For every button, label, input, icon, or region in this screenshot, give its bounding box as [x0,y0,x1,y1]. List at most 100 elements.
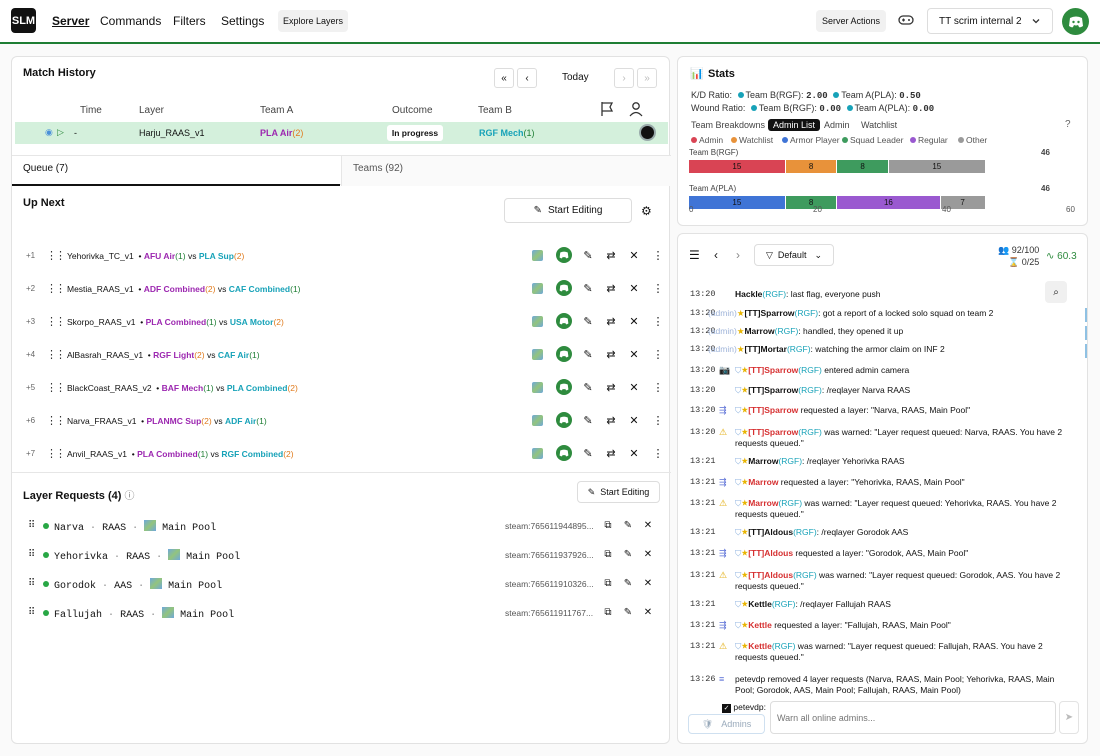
eye-icon[interactable]: ◉ [45,127,53,138]
server-actions-button[interactable]: Server Actions [816,10,886,32]
subtab-team-breakdowns[interactable]: Team Breakdowns [691,120,765,130]
pencil-icon[interactable]: ✎ [621,576,635,590]
last-page-button[interactable]: » [637,68,657,88]
close-icon[interactable]: ✕ [626,313,642,329]
nav-commands[interactable]: Commands [100,14,161,28]
more-icon[interactable]: ⋮ [650,247,666,263]
more-icon[interactable]: ⋮ [650,445,666,461]
drag-handle-icon[interactable]: ⋮⋮ [46,414,66,427]
close-icon[interactable]: ✕ [641,605,655,619]
subtab-admin[interactable]: Admin [824,120,850,130]
server-icon[interactable]: ☰ [689,248,700,262]
play-icon[interactable]: ▷ [57,127,64,138]
drag-handle-icon[interactable]: ⋮⋮ [46,381,66,394]
match-row[interactable]: ◉ ▷ - Harju_RAAS_v1 PLA Air(2) In progre… [15,122,668,144]
more-icon[interactable]: ⋮ [650,346,666,362]
drag-handle-icon[interactable]: ⠿ [28,607,35,618]
map-icon[interactable] [532,250,543,261]
more-icon[interactable]: ⋮ [650,379,666,395]
map-icon[interactable] [532,415,543,426]
swap-icon[interactable]: ⇄ [603,412,619,428]
drag-handle-icon[interactable]: ⠿ [28,520,35,531]
discord-icon[interactable] [556,379,572,395]
nav-settings[interactable]: Settings [221,14,264,28]
drag-handle-icon[interactable]: ⠿ [28,549,35,560]
swap-icon[interactable]: ⇄ [603,247,619,263]
next-page-button[interactable]: › [614,68,634,88]
server-select[interactable]: TT scrim internal 2 [927,8,1053,34]
chevron-left-icon[interactable]: ‹ [714,248,718,262]
map-icon[interactable] [532,382,543,393]
pencil-icon[interactable]: ✎ [621,547,635,561]
tab-teams[interactable]: Teams (92) [341,156,671,186]
swap-icon[interactable]: ⇄ [603,445,619,461]
drag-handle-icon[interactable]: ⋮⋮ [46,348,66,361]
prev-page-button[interactable]: ‹ [517,68,537,88]
swap-icon[interactable]: ⇄ [603,379,619,395]
discord-icon[interactable] [556,313,572,329]
swap-icon[interactable]: ⇄ [603,313,619,329]
layer-request-item[interactable]: ⠿ Narva · RAAS · Main Pool steam:765611944… [12,512,671,541]
gear-icon[interactable]: ⚙ [641,204,652,218]
queue-item[interactable]: +2 ⋮⋮ Mestia_RAAS_v1 • ADF Combined(2) vs … [12,272,671,305]
layer-request-item[interactable]: ⠿ Fallujah · RAAS · Main Pool steam:765611… [12,599,671,628]
preset-select[interactable]: ▽ Default ⌄ [754,244,834,266]
queue-item[interactable]: +1 ⋮⋮ Yehorivka_TC_v1 • AFU Air(1) vs PLA … [12,239,671,272]
map-icon[interactable] [532,349,543,360]
swap-icon[interactable]: ⇄ [603,346,619,362]
discord-icon[interactable] [556,280,572,296]
pencil-icon[interactable]: ✎ [580,412,596,428]
nav-server[interactable]: Server [52,14,89,28]
close-icon[interactable]: ✕ [626,346,642,362]
copy-icon[interactable]: ⧉ [601,576,615,590]
pencil-icon[interactable]: ✎ [580,247,596,263]
gamepad-icon[interactable] [898,13,914,27]
explore-layers-button[interactable]: Explore Layers [278,10,348,32]
discord-icon[interactable] [556,412,572,428]
swap-icon[interactable]: ⇄ [603,280,619,296]
queue-item[interactable]: +3 ⋮⋮ Skorpo_RAAS_v1 • PLA Combined(1) vs … [12,305,671,338]
pencil-icon[interactable]: ✎ [580,313,596,329]
close-icon[interactable]: ✕ [626,247,642,263]
nav-filters[interactable]: Filters [173,14,206,28]
app-logo[interactable]: SLM [11,8,36,33]
close-icon[interactable]: ✕ [626,445,642,461]
layer-request-item[interactable]: ⠿ Yehorivka · RAAS · Main Pool steam:76561… [12,541,671,570]
discord-icon[interactable] [556,445,572,461]
queue-item[interactable]: +5 ⋮⋮ BlackCoast_RAAS_v2 • BAF Mech(1) vs … [12,371,671,404]
pencil-icon[interactable]: ✎ [621,518,635,532]
pencil-icon[interactable]: ✎ [580,280,596,296]
close-icon[interactable]: ✕ [626,412,642,428]
more-icon[interactable]: ⋮ [650,412,666,428]
copy-icon[interactable]: ⧉ [601,547,615,561]
close-icon[interactable]: ✕ [641,518,655,532]
pencil-icon[interactable]: ✎ [580,379,596,395]
drag-handle-icon[interactable]: ⋮⋮ [46,315,66,328]
start-editing-button[interactable]: ✎ Start Editing [504,198,632,223]
subtab-admin-list[interactable]: Admin List [768,119,821,131]
first-page-button[interactable]: « [494,68,514,88]
queue-item[interactable]: +7 ⋮⋮ Anvil_RAAS_v1 • PLA Combined(1) vs R… [12,437,671,470]
admins-select[interactable]: 🛡 Admins [688,714,765,734]
pencil-icon[interactable]: ✎ [580,346,596,362]
map-icon[interactable] [532,448,543,459]
drag-handle-icon[interactable]: ⋮⋮ [46,249,66,262]
pencil-icon[interactable]: ✎ [621,605,635,619]
copy-icon[interactable]: ⧉ [601,605,615,619]
map-icon[interactable] [532,316,543,327]
more-icon[interactable]: ⋮ [650,313,666,329]
queue-item[interactable]: +6 ⋮⋮ Narva_FRAAS_v1 • PLANMC Sup(2) vs AD… [12,404,671,437]
close-icon[interactable]: ✕ [626,379,642,395]
close-icon[interactable]: ✕ [626,280,642,296]
requests-start-editing-button[interactable]: ✎ Start Editing [577,481,660,503]
drag-handle-icon[interactable]: ⋮⋮ [46,282,66,295]
map-icon[interactable] [532,283,543,294]
help-icon[interactable]: ? [1065,119,1071,130]
drag-handle-icon[interactable]: ⋮⋮ [46,447,66,460]
queue-item[interactable]: +4 ⋮⋮ AlBasrah_RAAS_v1 • RGF Light(2) vs C… [12,338,671,371]
subtab-watchlist[interactable]: Watchlist [861,120,897,130]
discord-icon[interactable] [556,346,572,362]
send-icon[interactable]: ➤ [1059,701,1079,734]
checkbox-row[interactable]: ✓ petevdp: [722,702,766,713]
drag-handle-icon[interactable]: ⠿ [28,578,35,589]
